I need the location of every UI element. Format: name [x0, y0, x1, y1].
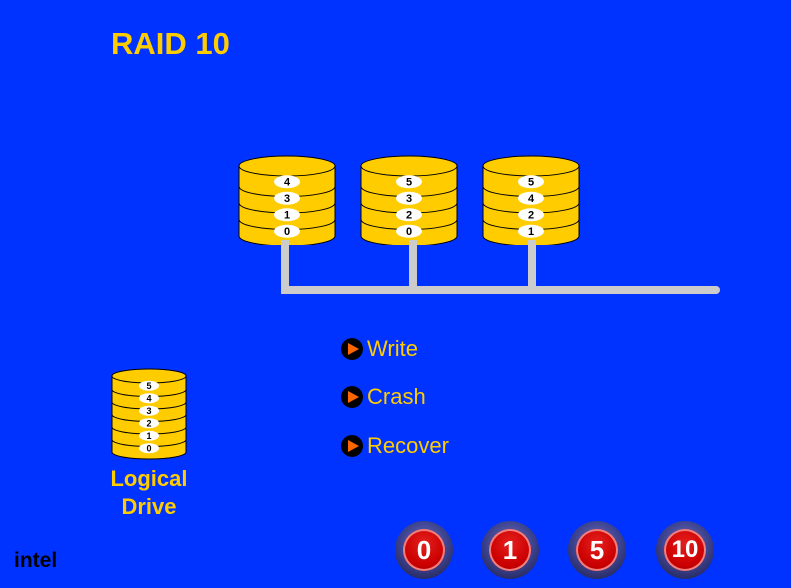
data-block-label: 1	[528, 226, 534, 238]
bus-line	[281, 286, 720, 294]
raid-10-button[interactable]: 10	[656, 521, 714, 579]
raid-1-button-label: 1	[489, 529, 531, 571]
play-bullet-icon	[341, 338, 363, 360]
data-block-label: 4	[284, 177, 291, 189]
physical-disk-1: 4 3 1 0	[238, 155, 336, 245]
menu-item-crash[interactable]: Crash	[341, 384, 426, 410]
data-block-label: 5	[406, 177, 412, 189]
page-title: RAID 10	[111, 26, 230, 61]
disk-top	[360, 155, 458, 177]
data-block-label: 0	[406, 226, 412, 238]
logical-drive-label-line1: Logical	[110, 466, 188, 491]
disk-top	[482, 155, 580, 177]
disk-top	[238, 155, 336, 177]
raid-1-button[interactable]: 1	[481, 521, 539, 579]
data-block-label: 2	[146, 418, 151, 428]
menu-item-write[interactable]: Write	[341, 336, 418, 362]
menu-item-label: Write	[367, 336, 418, 361]
logical-drive-label-line2: Drive	[121, 494, 177, 519]
intel-logo: intel	[14, 549, 58, 572]
raid-5-button[interactable]: 5	[568, 521, 626, 579]
logical-drive-label: Logical Drive	[96, 465, 202, 521]
raid-10-button-label: 10	[664, 529, 706, 571]
data-block-label: 2	[406, 210, 412, 222]
raid-5-button-label: 5	[576, 529, 618, 571]
data-block-label: 3	[284, 193, 290, 205]
raid-0-button[interactable]: 0	[395, 521, 453, 579]
physical-disk-3: 5 4 2 1	[482, 155, 580, 245]
play-bullet-icon	[341, 435, 363, 457]
data-block-label: 0	[284, 226, 290, 238]
raid-0-button-label: 0	[403, 529, 445, 571]
data-block-label: 5	[146, 381, 151, 391]
data-block-label: 3	[146, 406, 151, 416]
play-bullet-icon	[341, 386, 363, 408]
data-block-label: 2	[528, 210, 534, 222]
data-block-label: 5	[528, 177, 534, 189]
data-block-label: 4	[146, 393, 151, 403]
data-block-label: 0	[146, 443, 151, 453]
data-block-label: 4	[528, 193, 535, 205]
data-block-label: 1	[146, 431, 151, 441]
physical-disk-2: 5 3 2 0	[360, 155, 458, 245]
menu-item-recover[interactable]: Recover	[341, 433, 449, 459]
data-block-label: 3	[406, 193, 412, 205]
menu-item-label: Recover	[367, 433, 449, 458]
menu-item-label: Crash	[367, 384, 426, 409]
logical-drive: 5 4 3 2 1 0	[111, 368, 187, 460]
data-block-label: 1	[284, 210, 290, 222]
